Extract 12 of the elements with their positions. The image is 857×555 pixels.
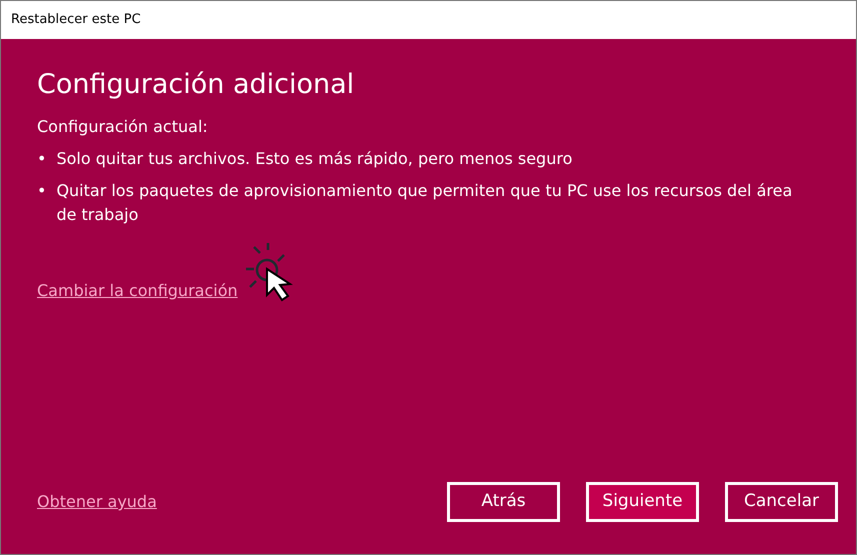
settings-label: Configuración actual: (37, 116, 208, 138)
window-title: Restablecer este PC (11, 11, 141, 30)
dialog-button[interactable]: Atrás (447, 482, 560, 522)
setting-text: Quitar los paquetes de aprovisionamiento que permiten que tu PC use los recursos del área de trabajo (56, 180, 794, 226)
bullet: • (37, 180, 46, 202)
bullet: • (37, 148, 46, 170)
dialog-button[interactable]: Siguiente (586, 482, 699, 522)
help-link[interactable]: Obtener ayuda (37, 490, 157, 514)
setting-text: Solo quitar tus archivos. Esto es más rápido, pero menos seguro (56, 148, 572, 170)
dialog-heading: Configuración adicional (37, 68, 354, 102)
change-settings-link[interactable]: Cambiar la configuración (37, 279, 238, 303)
dialog-button[interactable]: Cancelar (725, 482, 838, 522)
